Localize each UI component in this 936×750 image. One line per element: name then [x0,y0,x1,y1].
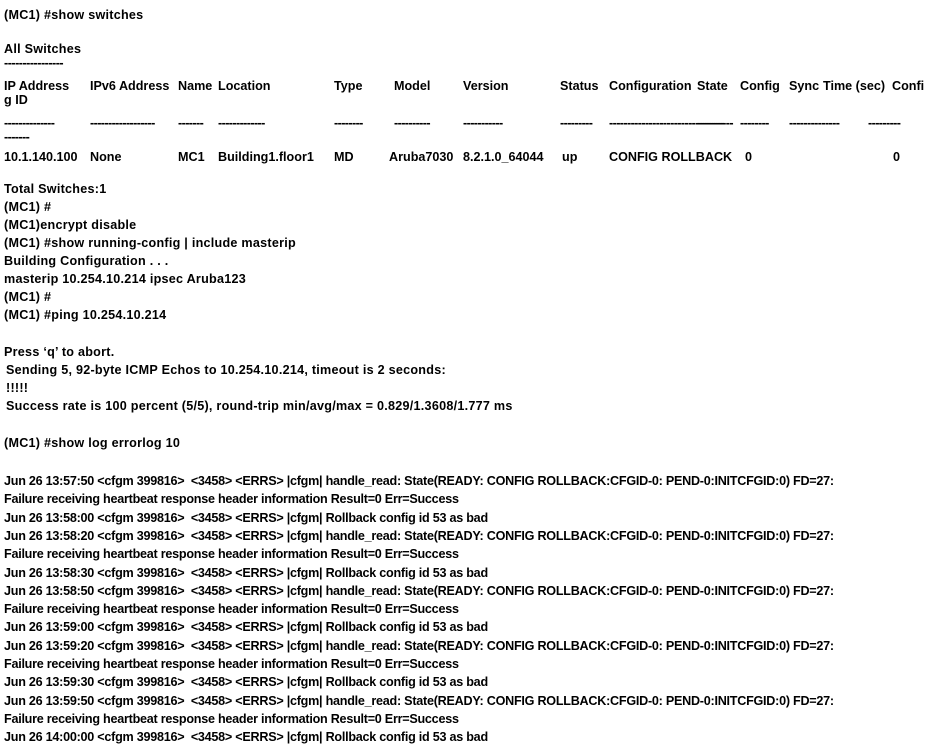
switch-table-column-header: Name [178,79,213,93]
error-log-line: Jun 26 13:59:00 <cfgm 399816> <3458> <ER… [4,620,488,635]
error-log-line: Jun 26 13:59:50 <cfgm 399816> <3458> <ER… [4,693,834,708]
switch-table-cell: Building1.floor1 [218,150,314,164]
switch-table-separator-segment: -------------- [789,116,840,130]
switch-table-cell: up [562,150,578,164]
switch-table-separator-segment: ------------- [218,116,265,130]
command-show-log-errorlog: (MC1) #show log errorlog 10 [4,436,181,450]
switch-table-column-header: Model [394,79,431,93]
command-show-switches: (MC1) #show switches [4,8,144,22]
switch-table-separator-segment: -------------- [4,116,55,130]
error-log-line: Jun 26 13:59:30 <cfgm 399816> <3458> <ER… [4,675,488,690]
switch-table-cell: CONFIG ROLLBACK [609,150,733,164]
building-configuration-line: Building Configuration . . . [4,254,169,268]
error-log-line: Jun 26 13:59:20 <cfgm 399816> <3458> <ER… [4,638,834,653]
switch-table-cell: 8.2.1.0_64044 [463,150,544,164]
command-ping: (MC1) #ping 10.254.10.214 [4,308,167,322]
error-log-line: Jun 26 14:00:00 <cfgm 399816> <3458> <ER… [4,730,488,745]
switch-table-column-header: IP Address [4,79,70,93]
switch-table-separator-wrap: ------- [4,130,30,144]
switch-table-separator-segment: --------- [560,116,593,130]
terminal-output-pane[interactable]: (MC1) #show switches All Switches ------… [0,0,936,750]
switch-table-cell: 0 [745,150,753,164]
switch-table-separator-segment: ---------- [697,116,734,130]
all-switches-heading: All Switches [4,42,82,56]
switch-table-column-header: State [697,79,728,93]
switch-table-column-header: Location [218,79,271,93]
error-log-line: Failure receiving heartbeat response hea… [4,711,459,726]
error-log-line: Jun 26 13:58:30 <cfgm 399816> <3458> <ER… [4,565,488,580]
switch-table-cell: 0 [893,150,901,164]
switch-table-separator-segment: ----------- [463,116,503,130]
switch-table-separator-segment: ------- [178,116,204,130]
switch-table-column-header: Time (sec) [823,79,886,93]
switch-table-cell: 10.1.140.100 [4,150,78,164]
success-rate-line: Success rate is 100 percent (5/5), round… [6,399,513,413]
error-log-line: Jun 26 13:57:50 <cfgm 399816> <3458> <ER… [4,474,834,488]
error-log-line: Failure receiving heartbeat response hea… [4,602,459,617]
masterip-line: masterip 10.254.10.214 ipsec Aruba123 [4,272,246,286]
switch-table-column-header: Type [334,79,363,93]
switch-table-column-header: Config [740,79,780,93]
switch-table-cell: MD [334,150,354,164]
switch-table-column-header: Sync [789,79,820,93]
total-switches-line: Total Switches:1 [4,182,107,196]
prompt-line-1: (MC1) # [4,200,52,214]
switch-table-separator-segment: -------- [740,116,769,130]
all-switches-underline: ---------------- [4,56,64,70]
ping-response-markers: !!!!! [6,381,29,395]
switch-table-separator-segment: --------- [868,116,901,130]
switch-table-column-header: Confi [892,79,925,93]
prompt-line-2: (MC1) # [4,290,52,304]
switch-table-cell: MC1 [178,150,205,164]
sending-echos-line: Sending 5, 92-byte ICMP Echos to 10.254.… [6,363,446,377]
switch-table-separator-segment: ------------------ [90,116,155,130]
switch-table-separator-segment: ---------- [394,116,431,130]
command-show-running-config: (MC1) #show running-config | include mas… [4,236,296,250]
error-log-line: Jun 26 13:58:00 <cfgm 399816> <3458> <ER… [4,510,488,525]
error-log-line: Failure receiving heartbeat response hea… [4,547,459,562]
switch-table-column-header: IPv6 Address [90,79,170,93]
error-log-line: Failure receiving heartbeat response hea… [4,657,459,671]
switch-table-separator-segment: -------- [334,116,363,130]
command-encrypt-disable: (MC1)encrypt disable [4,218,137,232]
switch-table-column-header: Version [463,79,509,93]
switch-table-cell: None [90,150,122,164]
press-q-line: Press ‘q’ to abort. [4,345,115,359]
switch-table-column-header: Status [560,79,599,93]
switch-table-cell: Aruba7030 [389,150,454,164]
error-log-line: Failure receiving heartbeat response hea… [4,492,459,507]
switch-table-column-header: Configuration [609,79,692,93]
error-log-line: Jun 26 13:58:20 <cfgm 399816> <3458> <ER… [4,528,834,543]
switch-table-header-wrap: g ID [4,93,28,107]
error-log-line: Jun 26 13:58:50 <cfgm 399816> <3458> <ER… [4,583,834,598]
